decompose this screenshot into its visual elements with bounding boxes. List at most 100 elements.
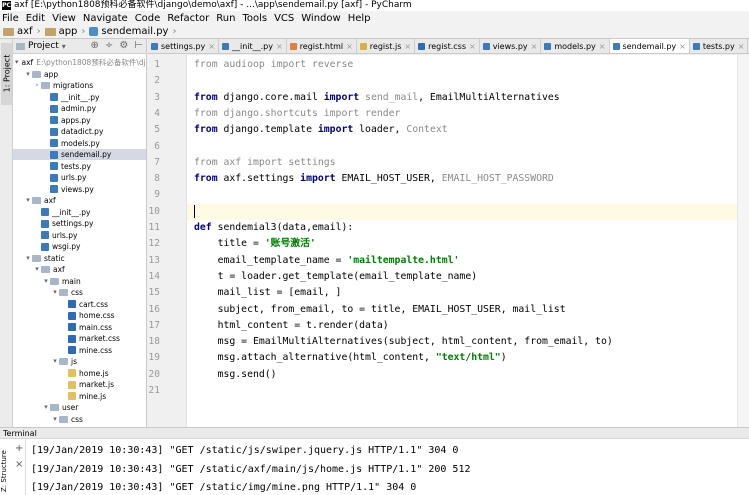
tree-item[interactable]: market.js	[13, 379, 146, 390]
menu-vcs[interactable]: VCS	[274, 13, 294, 24]
menu-edit[interactable]: Edit	[26, 13, 45, 24]
menu-tools[interactable]: Tools	[242, 13, 267, 24]
breadcrumb-item-axf[interactable]: axf ›	[3, 26, 41, 37]
chevron-down-icon[interactable]: ▾	[42, 402, 50, 413]
menu-help[interactable]: Help	[348, 13, 371, 24]
tree-item[interactable]: settings.py	[13, 218, 146, 229]
tab-tests-py[interactable]: tests.py ×	[690, 39, 749, 53]
tree-item[interactable]: › migrations	[13, 80, 146, 91]
breadcrumb-item-sendemail[interactable]: sendemail.py ›	[89, 26, 176, 37]
tree-item[interactable]: home.css	[13, 310, 146, 321]
project-tool-tab[interactable]: 1: Project	[1, 43, 12, 105]
code-line[interactable]: title = '账号激活'	[194, 236, 316, 252]
code-editor[interactable]: 1 2 3 4 5 6 7 8 9 10 11 12 13 14 15 16 17 18 19 20 21 from a…	[148, 55, 749, 427]
tree-item[interactable]: mine.js	[13, 391, 146, 402]
close-icon[interactable]: ×	[738, 42, 745, 51]
tree-item[interactable]: ▾ main	[13, 276, 146, 287]
tab-settings-py[interactable]: settings.py ×	[148, 39, 219, 53]
chevron-down-icon[interactable]: ▾	[51, 414, 59, 425]
tab-regist-html[interactable]: regist.html ×	[287, 39, 357, 53]
tree-item[interactable]: datadict.py	[13, 126, 146, 137]
code-line[interactable]: subject, from_email, to = title, EMAIL_H…	[194, 302, 566, 318]
code-line[interactable]: from axf import settings	[194, 155, 336, 171]
code-line[interactable]: from django.shortcuts import render	[194, 106, 400, 122]
chevron-down-icon[interactable]: ▾	[42, 276, 50, 287]
code-line[interactable]: mail_list = [email, ]	[194, 285, 342, 301]
tree-item[interactable]: ▾ axf E:\python1808预科必备软件\djan	[13, 57, 146, 68]
tree-item[interactable]: __init__.py	[13, 207, 146, 218]
chevron-down-icon[interactable]: ▾	[24, 195, 32, 206]
chevron-down-icon[interactable]: ▾	[33, 264, 41, 275]
close-icon[interactable]: ×	[469, 42, 476, 51]
tree-item[interactable]: ▾ axf	[13, 264, 146, 275]
tree-item[interactable]: tests.py	[13, 161, 146, 172]
close-icon[interactable]: ×	[15, 459, 23, 470]
menu-window[interactable]: Window	[301, 13, 340, 24]
sync-icon[interactable]: ⊕	[91, 40, 99, 51]
chevron-down-icon[interactable]: ▾	[24, 69, 32, 80]
tab-regist-css[interactable]: regist.css ×	[415, 39, 480, 53]
chevron-down-icon[interactable]: ▾	[15, 57, 19, 68]
tab-views-py[interactable]: views.py ×	[480, 39, 542, 53]
tab-init-py[interactable]: __init__.py ×	[219, 39, 287, 53]
code-line[interactable]: t = loader.get_template(email_template_n…	[194, 269, 478, 285]
menu-file[interactable]: File	[2, 13, 19, 24]
close-icon[interactable]: ×	[679, 42, 686, 51]
tree-item[interactable]: mine.css	[13, 345, 146, 356]
tree-item[interactable]: home.js	[13, 368, 146, 379]
menu-navigate[interactable]: Navigate	[83, 13, 128, 24]
code-line[interactable]: html_content = t.render(data)	[194, 318, 389, 334]
vertical-scrollbar[interactable]	[737, 55, 749, 427]
close-icon[interactable]: ×	[404, 42, 411, 51]
tree-item[interactable]: ▾ axf	[13, 195, 146, 206]
breadcrumb-item-app[interactable]: app ›	[44, 26, 85, 37]
chevron-right-icon[interactable]: ›	[33, 80, 41, 91]
chevron-down-icon[interactable]: ▾	[62, 42, 66, 51]
tree-item[interactable]: ▾ user	[13, 402, 146, 413]
tree-item[interactable]: market.css	[13, 333, 146, 344]
gear-icon[interactable]: ⚙	[119, 40, 128, 51]
tree-item[interactable]: sendemail.py	[13, 149, 146, 160]
tree-item[interactable]: admin.py	[13, 103, 146, 114]
close-icon[interactable]: ×	[346, 42, 353, 51]
chevron-down-icon[interactable]: ▾	[51, 356, 59, 367]
tree-item[interactable]: ▾ app	[13, 69, 146, 80]
tree-item[interactable]: cart.css	[13, 299, 146, 310]
code-line[interactable]: from axf.settings import EMAIL_HOST_USER…	[194, 171, 554, 187]
project-view-selector[interactable]: Project	[28, 41, 59, 51]
menu-refactor[interactable]: Refactor	[167, 13, 209, 24]
divider-icon[interactable]: ÷	[105, 40, 113, 51]
code-line[interactable]: msg = EmailMultiAlternatives(subject, ht…	[194, 334, 613, 350]
code-line[interactable]: from audioop import reverse	[194, 57, 353, 73]
code-line[interactable]: def sendemial3(data,email):	[194, 220, 353, 236]
close-icon[interactable]: ×	[599, 42, 606, 51]
hide-icon[interactable]: ⊢	[134, 40, 143, 51]
menu-code[interactable]: Code	[135, 13, 161, 24]
chevron-down-icon[interactable]: ▾	[24, 253, 32, 264]
menu-run[interactable]: Run	[216, 13, 235, 24]
tree-item[interactable]: models.py	[13, 138, 146, 149]
tree-item[interactable]: urls.py	[13, 230, 146, 241]
tab-models-py[interactable]: models.py ×	[541, 39, 610, 53]
tree-item[interactable]: wsgi.py	[13, 241, 146, 252]
add-icon[interactable]: +	[15, 443, 23, 454]
code-line[interactable]: email_template_name = 'mailtempalte.html…	[194, 253, 460, 269]
tree-item[interactable]: apps.py	[13, 115, 146, 126]
close-icon[interactable]: ×	[208, 42, 215, 51]
close-icon[interactable]: ×	[276, 42, 283, 51]
tab-sendemail-py[interactable]: sendemail.py ×	[609, 39, 690, 53]
tab-regist-js[interactable]: regist.js ×	[357, 39, 416, 53]
tree-item[interactable]: __init__.py	[13, 92, 146, 103]
structure-tool-tab[interactable]: Z: Structure	[0, 447, 8, 495]
close-icon[interactable]: ×	[531, 42, 538, 51]
code-line[interactable]: from django.core.mail import send_mail, …	[194, 90, 560, 106]
code-line[interactable]: from django.template import loader, Cont…	[194, 122, 448, 138]
code-line[interactable]: msg.attach_alternative(html_content, "te…	[194, 350, 507, 366]
tree-item[interactable]: urls.py	[13, 172, 146, 183]
tree-item[interactable]: views.py	[13, 184, 146, 195]
tree-item[interactable]: ▾ static	[13, 253, 146, 264]
chevron-down-icon[interactable]: ▾	[51, 287, 59, 298]
tree-item[interactable]: ▾ css	[13, 287, 146, 298]
tree-item[interactable]: ▾ js	[13, 356, 146, 367]
tree-item[interactable]: main.css	[13, 322, 146, 333]
